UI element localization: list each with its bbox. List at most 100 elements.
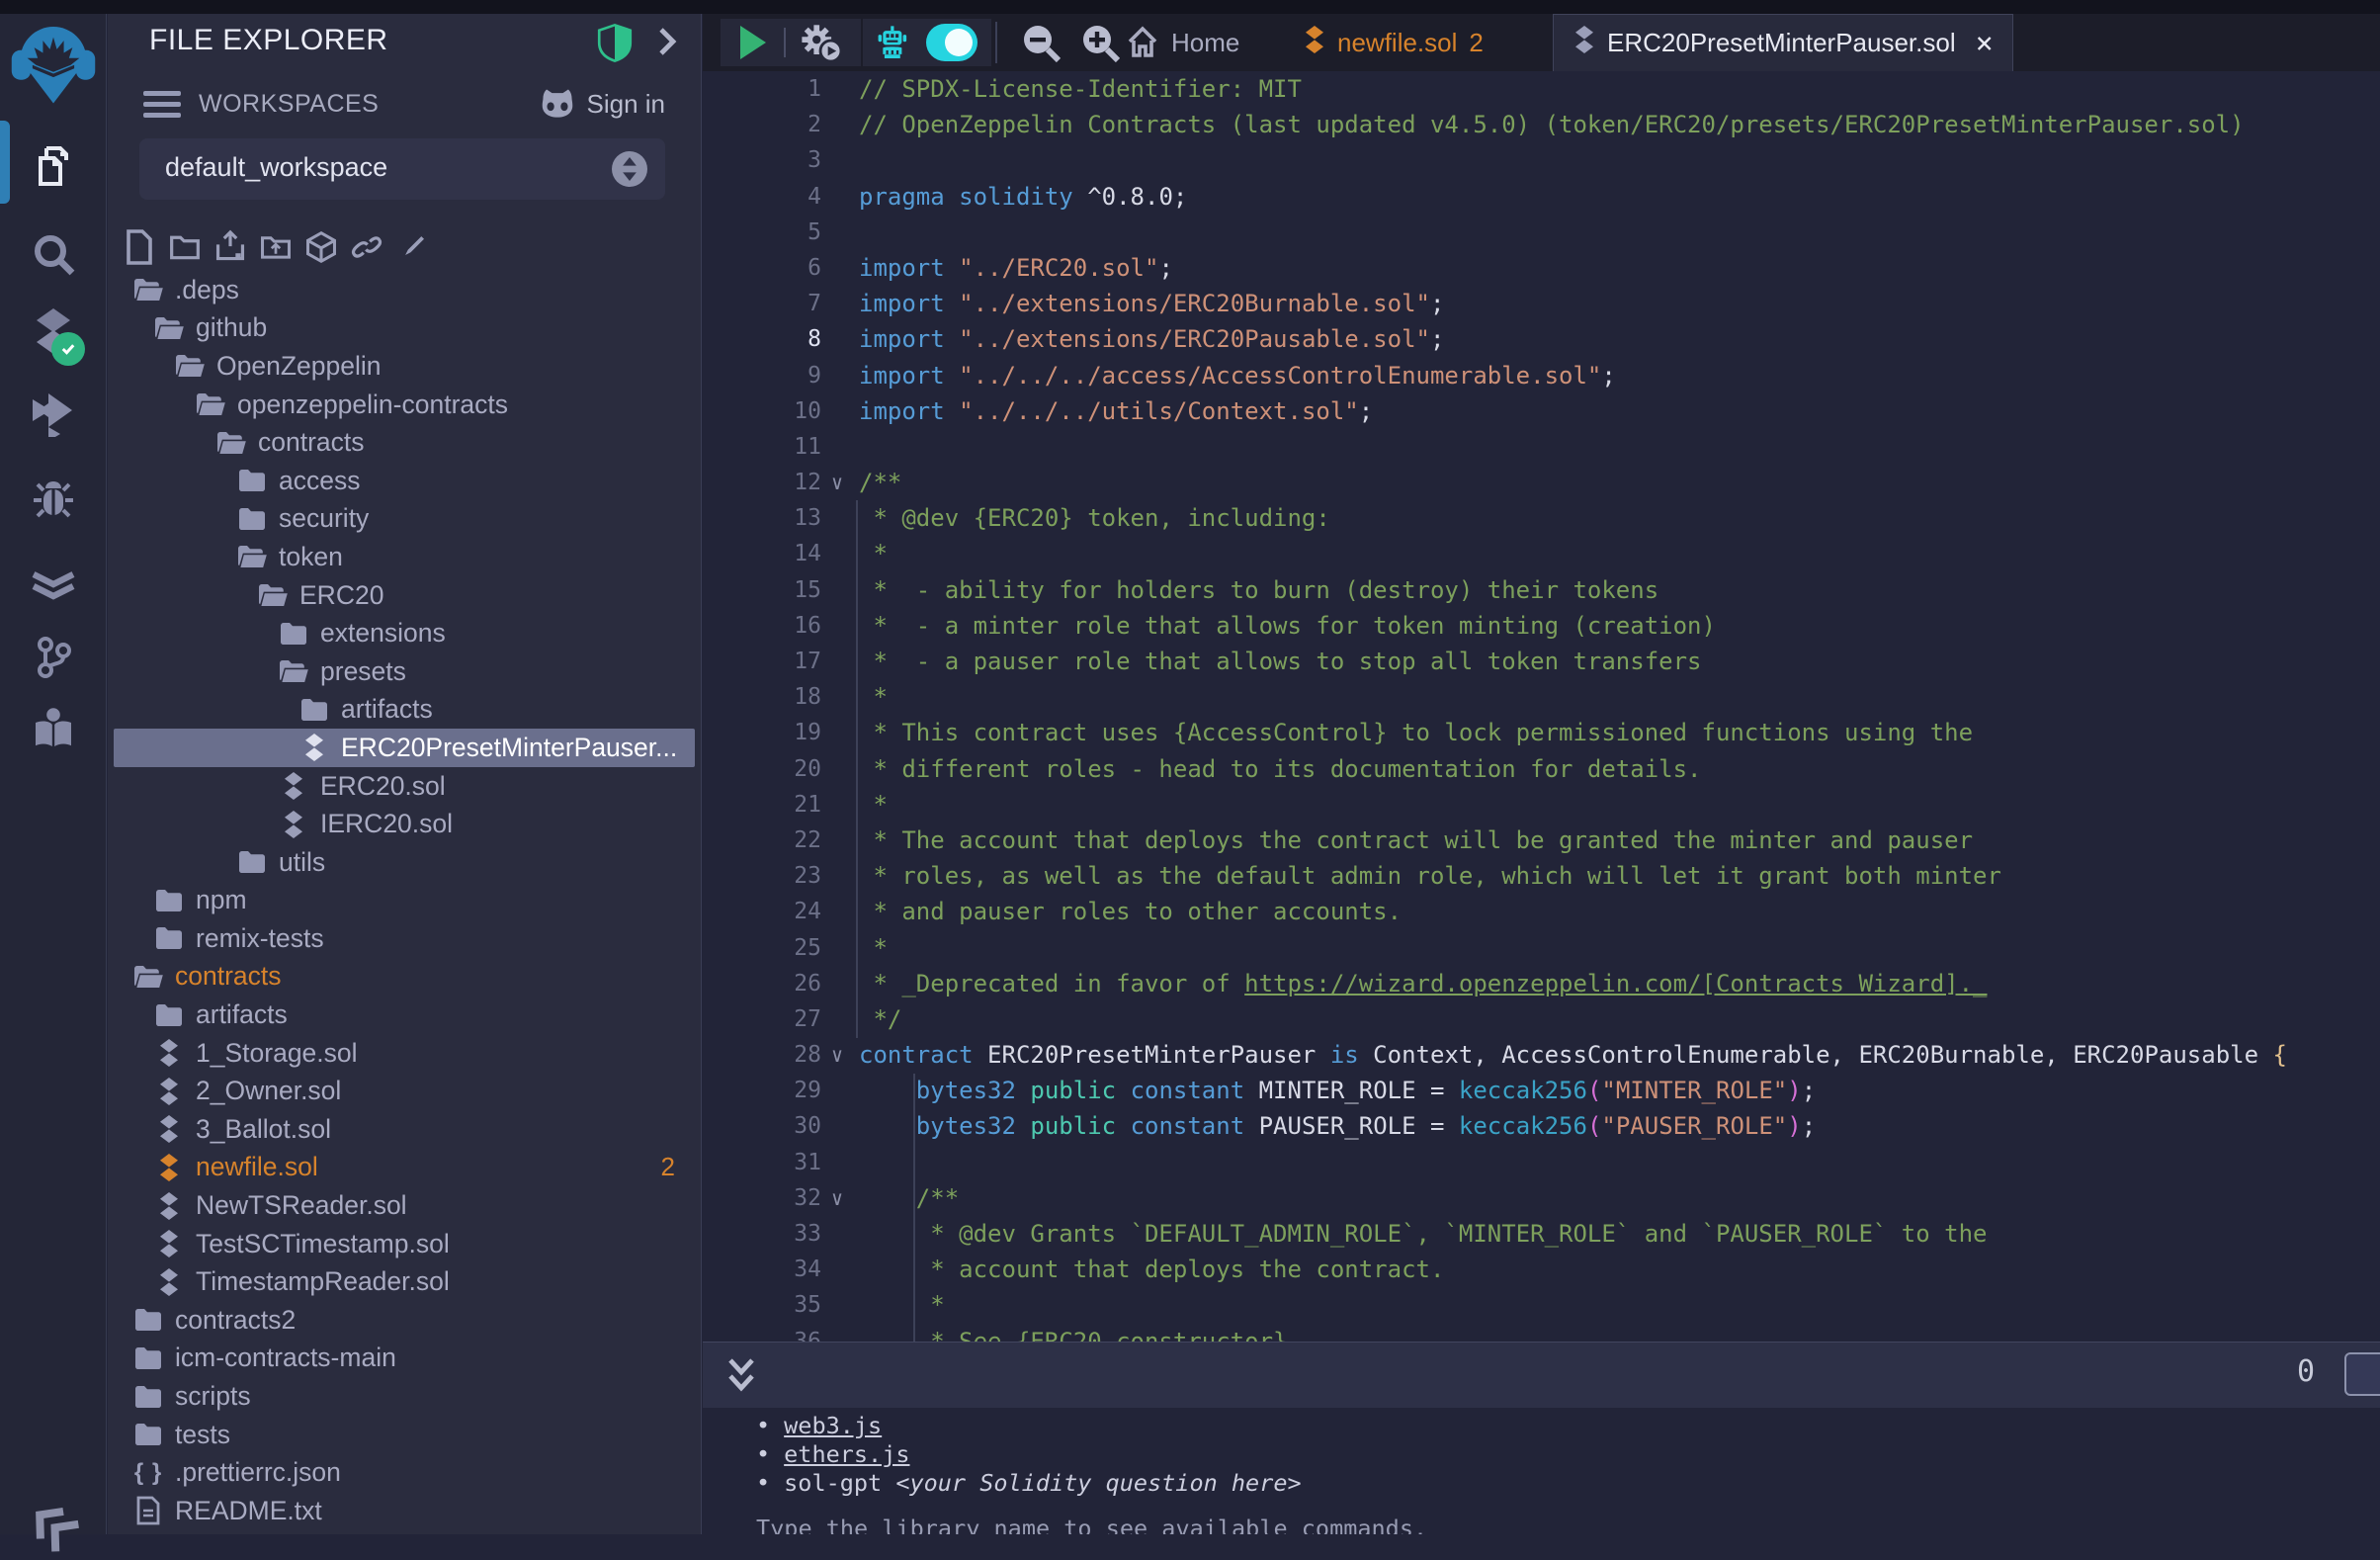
ai-robot-icon[interactable] — [877, 22, 908, 63]
console-link[interactable]: ethers.js — [784, 1440, 909, 1468]
terminal-listen-checkbox[interactable] — [2344, 1352, 2380, 1396]
code-line-1[interactable]: 1// SPDX-License-Identifier: MIT — [703, 71, 2380, 107]
chevron-right-icon[interactable] — [653, 26, 679, 62]
terminal-collapse-icon[interactable] — [724, 1356, 758, 1401]
remix-logo[interactable] — [10, 20, 97, 107]
tree-item-remix-tests[interactable]: remix-tests — [108, 919, 701, 958]
tree-item-extensions[interactable]: extensions — [108, 614, 701, 652]
tree-item-contracts2[interactable]: contracts2 — [108, 1301, 701, 1340]
tree-item-tests[interactable]: tests — [108, 1416, 701, 1454]
fold-chevron-icon[interactable]: ∨ — [831, 1037, 843, 1073]
code-line-22[interactable]: 22 * The account that deploys the contra… — [703, 823, 2380, 858]
code-line-6[interactable]: 6import "../ERC20.sol"; — [703, 250, 2380, 286]
activity-item-search[interactable] — [0, 221, 107, 287]
run-script-icon[interactable] — [736, 24, 770, 61]
code-line-16[interactable]: 16 * - a minter role that allows for tok… — [703, 608, 2380, 644]
new-folder-icon[interactable] — [169, 225, 201, 269]
compile-run-script-icon[interactable] — [800, 23, 843, 62]
activity-item-file-explorer[interactable] — [0, 134, 107, 200]
tree-item-artifacts[interactable]: artifacts — [108, 691, 701, 730]
link-icon[interactable] — [351, 225, 382, 269]
workspace-sort-icon[interactable] — [612, 151, 647, 187]
tree-item-1-storage-sol[interactable]: 1_Storage.sol — [108, 1034, 701, 1073]
console-link[interactable]: web3.js — [784, 1412, 882, 1439]
shield-icon[interactable] — [596, 22, 634, 68]
code-line-20[interactable]: 20 * different roles - head to its docum… — [703, 751, 2380, 787]
git-clone-icon[interactable] — [396, 225, 428, 269]
activity-item-learneth[interactable] — [0, 696, 107, 761]
code-line-7[interactable]: 7import "../extensions/ERC20Burnable.sol… — [703, 286, 2380, 321]
tree-item--deps[interactable]: .deps — [108, 271, 701, 309]
tree-item-erc20presetminterpauser-[interactable]: ERC20PresetMinterPauser... — [114, 729, 695, 767]
activity-item-debugger[interactable] — [0, 467, 107, 532]
tree-item-ierc20-sol[interactable]: IERC20.sol — [108, 805, 701, 843]
tree-item-2-owner-sol[interactable]: 2_Owner.sol — [108, 1072, 701, 1110]
ai-toggle[interactable] — [926, 24, 978, 61]
fold-chevron-icon[interactable]: ∨ — [831, 465, 843, 500]
terminal-bar[interactable]: 0 — [703, 1342, 2380, 1408]
zoom-out-icon[interactable] — [1021, 23, 1061, 62]
activity-item-unit-testing[interactable] — [0, 552, 107, 617]
tree-item-erc20[interactable]: ERC20 — [108, 576, 701, 615]
code-line-21[interactable]: 21 * — [703, 787, 2380, 823]
code-line-24[interactable]: 24 * and pauser roles to other accounts. — [703, 894, 2380, 929]
code-line-19[interactable]: 19 * This contract uses {AccessControl} … — [703, 715, 2380, 750]
zoom-in-icon[interactable] — [1080, 23, 1120, 62]
tree-item-icm-contracts-main[interactable]: icm-contracts-main — [108, 1340, 701, 1378]
tree-item-contracts[interactable]: contracts — [108, 423, 701, 462]
code-editor[interactable]: 1// SPDX-License-Identifier: MIT2// Open… — [703, 71, 2380, 1355]
tree-item-token[interactable]: token — [108, 538, 701, 576]
code-line-13[interactable]: 13 * @dev {ERC20} token, including: — [703, 500, 2380, 536]
tab-erc20preset[interactable]: ERC20PresetMinterPauser.sol — [1553, 14, 2013, 71]
close-icon[interactable] — [1976, 31, 1993, 56]
code-line-26[interactable]: 26 * _Deprecated in favor of https://wiz… — [703, 966, 2380, 1001]
tree-item-newfile-sol[interactable]: newfile.sol2 — [108, 1149, 701, 1187]
activity-item-solidity-compiler[interactable] — [0, 299, 107, 364]
code-line-31[interactable]: 31 — [703, 1145, 2380, 1180]
sign-in-button[interactable]: Sign in — [538, 87, 666, 121]
tree-item-utils[interactable]: utils — [108, 843, 701, 882]
new-file-icon[interactable] — [124, 225, 155, 269]
fold-chevron-icon[interactable]: ∨ — [831, 1180, 843, 1216]
tree-item--prettierrc-json[interactable]: { }.prettierrc.json — [108, 1453, 701, 1492]
code-line-15[interactable]: 15 * - ability for holders to burn (dest… — [703, 572, 2380, 608]
code-line-28[interactable]: 28∨contract ERC20PresetMinterPauser is C… — [703, 1037, 2380, 1073]
code-line-14[interactable]: 14 * — [703, 536, 2380, 571]
tree-item-erc20-sol[interactable]: ERC20.sol — [108, 767, 701, 806]
code-line-29[interactable]: 29 bytes32 public constant MINTER_ROLE =… — [703, 1073, 2380, 1108]
tree-item-timestampreader-sol[interactable]: TimestampReader.sol — [108, 1262, 701, 1301]
upload-folder-icon[interactable] — [260, 225, 292, 269]
ipfs-cube-icon[interactable] — [305, 225, 337, 269]
code-line-9[interactable]: 9import "../../../access/AccessControlEn… — [703, 358, 2380, 393]
tab-home[interactable]: Home — [1126, 14, 1239, 71]
code-line-4[interactable]: 4pragma solidity ^0.8.0; — [703, 179, 2380, 215]
upload-file-icon[interactable] — [214, 225, 246, 269]
tree-item-3-ballot-sol[interactable]: 3_Ballot.sol — [108, 1110, 701, 1149]
activity-item-deploy-and-run[interactable] — [0, 382, 107, 447]
code-line-3[interactable]: 3 — [703, 142, 2380, 178]
code-line-12[interactable]: 12∨/** — [703, 465, 2380, 500]
tree-item-presets[interactable]: presets — [108, 652, 701, 691]
code-line-18[interactable]: 18 * — [703, 679, 2380, 715]
workspaces-menu-icon[interactable] — [143, 91, 181, 124]
code-line-23[interactable]: 23 * roles, as well as the default admin… — [703, 858, 2380, 894]
tree-item-contracts[interactable]: contracts — [108, 958, 701, 997]
code-line-25[interactable]: 25 * — [703, 930, 2380, 966]
tree-item-artifacts[interactable]: artifacts — [108, 996, 701, 1034]
tab-newfile[interactable]: newfile.sol 2 — [1304, 14, 1484, 71]
code-line-35[interactable]: 35 * — [703, 1287, 2380, 1323]
tree-item-scripts[interactable]: scripts — [108, 1377, 701, 1416]
code-line-17[interactable]: 17 * - a pauser role that allows to stop… — [703, 644, 2380, 679]
tree-item-security[interactable]: security — [108, 500, 701, 539]
tree-item-npm[interactable]: npm — [108, 882, 701, 920]
tree-item-readme-txt[interactable]: README.txt — [108, 1492, 701, 1530]
tree-item-github[interactable]: github — [108, 309, 701, 348]
code-line-8[interactable]: 8import "../extensions/ERC20Pausable.sol… — [703, 321, 2380, 357]
tree-item-testsctimestamp-sol[interactable]: TestSCTimestamp.sol — [108, 1225, 701, 1263]
tree-item-openzeppelin-contracts[interactable]: openzeppelin-contracts — [108, 386, 701, 424]
code-line-34[interactable]: 34 * account that deploys the contract. — [703, 1252, 2380, 1287]
code-line-32[interactable]: 32∨ /** — [703, 1180, 2380, 1216]
workspace-select[interactable]: default_workspace — [139, 138, 665, 200]
code-line-5[interactable]: 5 — [703, 215, 2380, 250]
code-line-11[interactable]: 11 — [703, 429, 2380, 465]
